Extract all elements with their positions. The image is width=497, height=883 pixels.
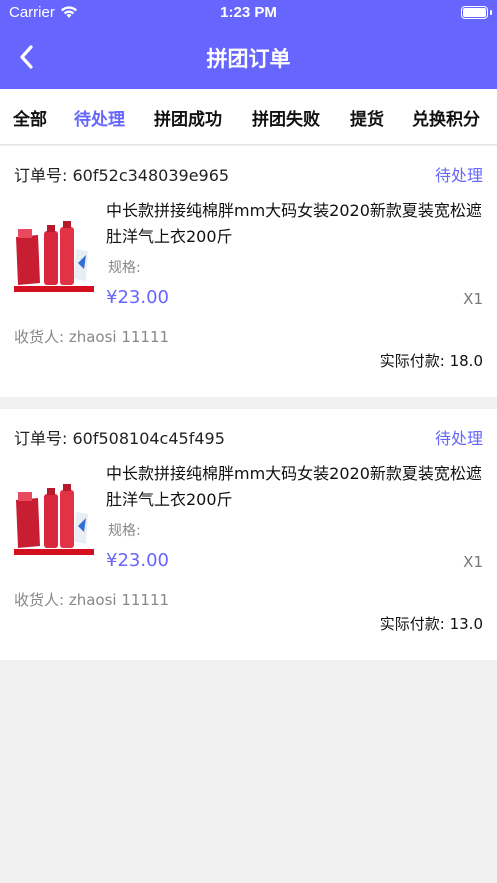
tab-pickup[interactable]: 提货: [350, 105, 384, 130]
product-price: ¥23.00: [106, 550, 169, 571]
order-number: 订单号: 60f508104c45f495: [14, 429, 225, 448]
actual-payment: 实际付款: 13.0: [379, 615, 483, 633]
actual-payment: 实际付款: 18.0: [379, 352, 483, 370]
product-name: 中长款拼接纯棉胖mm大码女装2020新款夏装宽松遮肚洋气上衣200斤: [106, 201, 482, 246]
tab-all[interactable]: 全部: [13, 105, 47, 130]
clock: 1:23 PM: [220, 4, 277, 21]
status-bar: Carrier 1:23 PM: [0, 0, 497, 26]
product-image: [14, 482, 94, 556]
tab-redeem-points[interactable]: 兑换积分: [412, 105, 480, 130]
product-quantity: X1: [463, 553, 483, 571]
product-quantity: X1: [463, 290, 483, 308]
receiver-info: 收货人: zhaosi 11111: [14, 591, 170, 609]
order-status: 待处理: [434, 429, 483, 448]
tab-group-failed[interactable]: 拼团失败: [252, 105, 320, 130]
receiver-info: 收货人: zhaosi 11111: [14, 328, 170, 346]
order-number: 订单号: 60f52c348039e965: [14, 166, 230, 185]
order-card[interactable]: 订单号: 60f508104c45f495 待处理 中长款拼接纯棉胖mm大码女装…: [0, 409, 497, 660]
order-status: 待处理: [434, 166, 483, 185]
order-card[interactable]: 订单号: 60f52c348039e965 待处理 中长款拼接纯棉胖mm大码女装…: [0, 146, 497, 397]
battery-icon: [461, 6, 492, 19]
navigation-bar: 拼团订单: [0, 26, 497, 89]
page-title: 拼团订单: [206, 47, 291, 71]
order-tabs: 全部 待处理 拼团成功 拼团失败 提货 兑换积分: [0, 89, 497, 145]
product-spec: 规格:: [108, 523, 141, 539]
product-name: 中长款拼接纯棉胖mm大码女装2020新款夏装宽松遮肚洋气上衣200斤: [106, 464, 482, 509]
tab-pending[interactable]: 待处理: [74, 105, 125, 130]
product-price: ¥23.00: [106, 287, 169, 308]
product-spec: 规格:: [108, 260, 141, 276]
tab-group-success[interactable]: 拼团成功: [154, 105, 222, 130]
header-bar: Carrier 1:23 PM 拼团订单: [0, 0, 497, 89]
product-image: [14, 219, 94, 293]
